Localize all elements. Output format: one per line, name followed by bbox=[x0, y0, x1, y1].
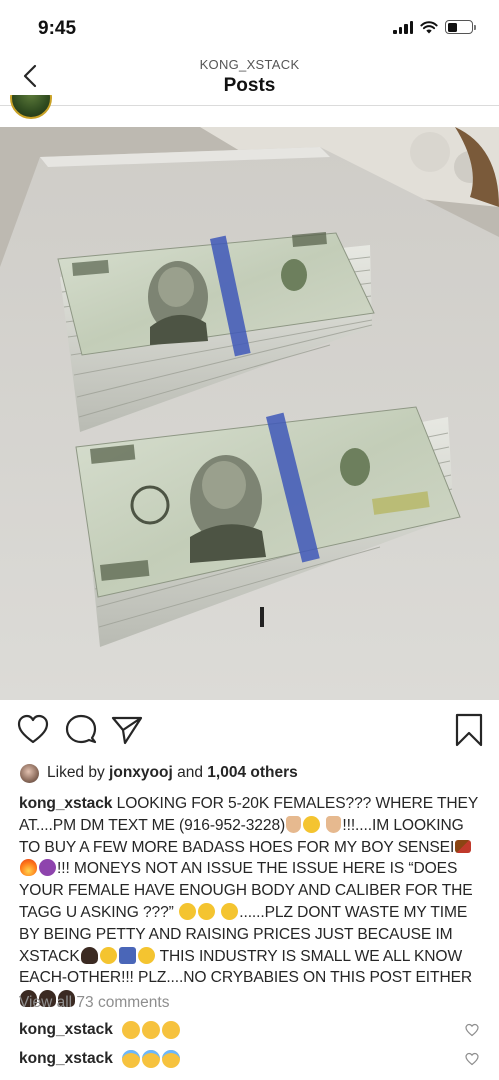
nav-header: KONG_XSTACK Posts bbox=[0, 50, 499, 106]
likes-count[interactable]: 1,004 others bbox=[207, 764, 297, 782]
smiling-devil-emoji bbox=[39, 859, 56, 877]
shushing-face-emoji bbox=[303, 815, 321, 833]
likes-summary[interactable]: Liked by jonxyooj and 1,004 others bbox=[20, 762, 298, 784]
author-avatar[interactable] bbox=[10, 95, 54, 121]
comment-username[interactable]: kong_xstack bbox=[19, 1050, 113, 1068]
page-title: Posts bbox=[223, 75, 276, 96]
header-username: KONG_XSTACK bbox=[199, 57, 300, 72]
post-photo[interactable] bbox=[0, 127, 499, 700]
likes-conjunction: and bbox=[177, 764, 203, 781]
comment-username[interactable]: kong_xstack bbox=[19, 1021, 113, 1039]
comment-icon[interactable] bbox=[64, 712, 98, 748]
comment-row: kong_xstack bbox=[19, 1048, 479, 1070]
heart-icon[interactable] bbox=[16, 712, 50, 748]
cash-stacks-image bbox=[0, 127, 499, 700]
status-time: 9:45 bbox=[38, 18, 77, 39]
share-icon[interactable] bbox=[110, 712, 144, 748]
fire-emoji bbox=[20, 859, 37, 877]
chocolate-bar-emoji bbox=[455, 839, 472, 853]
bookmark-icon[interactable] bbox=[452, 712, 486, 748]
wifi-icon bbox=[420, 21, 438, 34]
squint-laugh-emoji bbox=[161, 1021, 180, 1039]
view-all-comments-link[interactable]: View all 73 comments bbox=[19, 994, 169, 1012]
battery-icon bbox=[445, 20, 476, 34]
thinking-face-emoji bbox=[198, 902, 215, 920]
person-emoji bbox=[80, 946, 98, 964]
post-actions bbox=[0, 712, 499, 752]
caption-username[interactable]: kong_xstack bbox=[19, 795, 112, 812]
halo-smile-emoji bbox=[161, 1050, 180, 1068]
halo-smile-emoji bbox=[121, 1050, 140, 1068]
status-icons bbox=[393, 20, 476, 34]
comment-row: kong_xstack bbox=[19, 1019, 479, 1041]
liker-username[interactable]: jonxyooj bbox=[109, 764, 173, 782]
cellular-signal-icon bbox=[393, 20, 413, 34]
sad-face-emoji bbox=[99, 946, 117, 964]
comment-like-heart-icon[interactable] bbox=[465, 1023, 479, 1037]
likes-prefix: Liked by bbox=[47, 764, 105, 781]
status-bar: 9:45 bbox=[0, 0, 499, 50]
sad-face-emoji bbox=[137, 946, 155, 964]
squint-laugh-emoji bbox=[141, 1021, 160, 1039]
comment-like-heart-icon[interactable] bbox=[465, 1052, 479, 1066]
squint-laugh-emoji bbox=[121, 1021, 140, 1039]
folded-hands-emoji bbox=[286, 815, 302, 833]
thinking-face-emoji bbox=[179, 902, 196, 920]
person-shrugging-emoji bbox=[118, 946, 136, 964]
post-caption: kong_xstack LOOKING FOR 5-20K FEMALES???… bbox=[19, 793, 481, 1011]
thinking-face-emoji bbox=[221, 902, 239, 920]
folded-hands-emoji bbox=[326, 815, 342, 833]
halo-smile-emoji bbox=[141, 1050, 160, 1068]
liker-avatar bbox=[20, 763, 39, 783]
